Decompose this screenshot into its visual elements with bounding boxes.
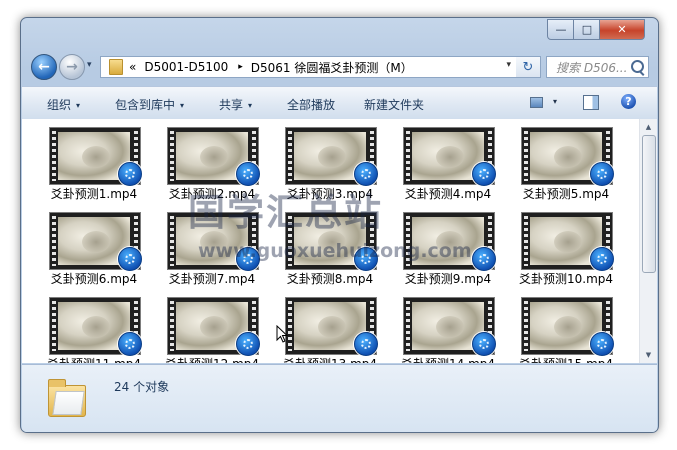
file-name: 爻卦预测1.mp4: [50, 187, 138, 201]
share-button[interactable]: 共享 ▾: [219, 96, 252, 113]
media-player-icon: [118, 247, 142, 271]
refresh-icon: ↻: [522, 59, 534, 75]
file-name: 爻卦预测9.mp4: [404, 272, 492, 286]
command-bar: 组织 ▾ 包含到库中 ▾ 共享 ▾ 全部播放 新建文件夹 ▾ ?: [22, 86, 657, 120]
search-input[interactable]: 搜索 D506...: [546, 56, 649, 78]
file-name: 爻卦预测7.mp4: [168, 272, 256, 286]
close-button[interactable]: ✕: [599, 19, 645, 40]
file-item[interactable]: 爻卦预测5.mp4: [516, 127, 616, 211]
forward-arrow-icon: →: [66, 59, 78, 75]
file-name: 爻卦预测5.mp4: [522, 187, 610, 201]
media-player-icon: [236, 332, 260, 356]
scrollbar-thumb[interactable]: [642, 135, 656, 273]
chevron-down-icon: ▾: [76, 101, 81, 110]
mouse-cursor-icon: [276, 325, 288, 343]
view-options-dropdown[interactable]: ▾: [553, 97, 557, 106]
help-icon[interactable]: ?: [621, 94, 636, 109]
file-item[interactable]: 爻卦预测13.mp4: [280, 297, 380, 363]
search-icon[interactable]: [631, 60, 644, 73]
scroll-up-icon[interactable]: ▲: [640, 119, 657, 135]
address-dropdown-icon[interactable]: ▾: [506, 60, 511, 70]
media-player-icon: [590, 162, 614, 186]
media-player-icon: [472, 162, 496, 186]
file-item[interactable]: 爻卦预测4.mp4: [398, 127, 498, 211]
media-player-icon: [354, 332, 378, 356]
file-item[interactable]: 爻卦预测14.mp4: [398, 297, 498, 363]
file-name: 爻卦预测12.mp4: [162, 355, 262, 363]
item-count: 24 个对象: [114, 380, 170, 394]
file-item[interactable]: 爻卦预测11.mp4: [44, 297, 144, 363]
minimize-button[interactable]: —: [547, 19, 575, 40]
search-placeholder: 搜索 D506...: [556, 60, 628, 75]
media-player-icon: [590, 247, 614, 271]
change-view-icon[interactable]: [530, 97, 543, 108]
file-name: 爻卦预测10.mp4: [518, 272, 614, 286]
play-all-button[interactable]: 全部播放: [287, 96, 335, 113]
file-name: 爻卦预测13.mp4: [280, 355, 380, 363]
folder-icon: [109, 59, 123, 75]
chevron-down-icon: ▾: [180, 101, 185, 110]
chevron-down-icon: ▾: [248, 101, 253, 110]
file-name: 爻卦预测6.mp4: [50, 272, 138, 286]
recent-pages-dropdown[interactable]: ▾: [87, 60, 92, 70]
preview-pane-icon[interactable]: [583, 95, 599, 110]
refresh-button[interactable]: ↻: [516, 56, 541, 78]
file-name: 爻卦预测8.mp4: [286, 272, 374, 286]
include-in-library-button[interactable]: 包含到库中 ▾: [115, 96, 184, 113]
folder-icon: [48, 379, 86, 417]
media-player-icon: [590, 332, 614, 356]
file-name: 爻卦预测15.mp4: [516, 355, 616, 363]
file-name: 爻卦预测11.mp4: [44, 355, 144, 363]
file-name: 爻卦预测4.mp4: [404, 187, 492, 201]
address-row: ← → ▾ « D5001-D5100 ▸ D5061 徐圆福爻卦预测（M） ▾…: [21, 54, 658, 82]
breadcrumb-separator-icon[interactable]: ▸: [238, 62, 243, 72]
watermark-url: www.guoxuehuizong.com: [198, 240, 472, 262]
media-player-icon: [472, 247, 496, 271]
address-bar[interactable]: « D5001-D5100 ▸ D5061 徐圆福爻卦预测（M） ▾: [100, 56, 518, 78]
file-name: 爻卦预测14.mp4: [398, 355, 498, 363]
organize-button[interactable]: 组织 ▾: [47, 96, 80, 113]
media-player-icon: [118, 332, 142, 356]
media-player-icon: [472, 332, 496, 356]
breadcrumb-overflow[interactable]: «: [129, 60, 136, 74]
watermark-title: 国学汇总站: [188, 191, 383, 234]
file-item[interactable]: 爻卦预测12.mp4: [162, 297, 262, 363]
file-item[interactable]: 爻卦预测6.mp4: [44, 212, 144, 296]
maximize-button[interactable]: □: [573, 19, 601, 40]
file-item[interactable]: 爻卦预测10.mp4: [516, 212, 616, 296]
back-button[interactable]: ←: [31, 54, 57, 80]
file-item[interactable]: 爻卦预测15.mp4: [516, 297, 616, 363]
file-item[interactable]: 爻卦预测1.mp4: [44, 127, 144, 211]
media-player-icon: [118, 162, 142, 186]
breadcrumb-item-d5001-d5100[interactable]: D5001-D5100: [144, 60, 228, 74]
details-pane: 24 个对象: [22, 364, 657, 432]
forward-button[interactable]: →: [59, 54, 85, 80]
vertical-scrollbar[interactable]: ▲ ▼: [639, 119, 657, 363]
scroll-down-icon[interactable]: ▼: [640, 347, 657, 363]
breadcrumb-item-current[interactable]: D5061 徐圆福爻卦预测（M）: [251, 59, 413, 76]
new-folder-button[interactable]: 新建文件夹: [364, 96, 424, 113]
back-arrow-icon: ←: [38, 59, 50, 75]
